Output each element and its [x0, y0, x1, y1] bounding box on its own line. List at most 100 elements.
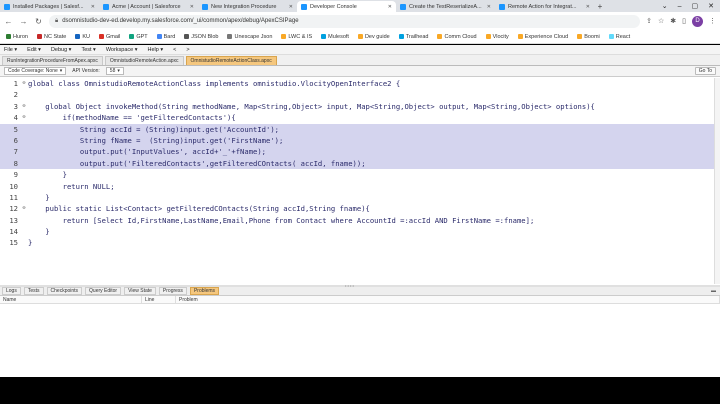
console-menu-item[interactable]: Workspace ▾	[106, 47, 138, 53]
fold-toggle-icon[interactable]: ⊖	[20, 78, 28, 89]
line-number: 5	[13, 124, 18, 134]
code-line[interactable]: 3 ⊖ global Object invokeMethod(String met…	[0, 101, 720, 112]
bottom-tab[interactable]: Tests	[23, 287, 44, 295]
code-text: }	[28, 238, 33, 248]
code-text: public static List<Contact> getFilteredC…	[28, 204, 370, 214]
code-line[interactable]: 13 return [Select Id,FirstName,LastName,…	[0, 215, 720, 226]
browser-tab[interactable]: Acme | Account | Salesforce ✕	[99, 1, 198, 12]
browser-tab[interactable]: Developer Console ✕	[297, 1, 396, 12]
code-line[interactable]: 1 ⊖ global class OmnistudioRemoteActionCla…	[0, 78, 720, 89]
bottom-tab[interactable]: Checkpoints	[46, 287, 83, 295]
code-line[interactable]: 12 ⊖ public static List<Contact> getFilte…	[0, 203, 720, 214]
share-icon[interactable]: ⇪	[646, 17, 652, 25]
close-icon[interactable]: ✕	[388, 4, 392, 10]
bookmark-item[interactable]: NC State	[36, 34, 66, 40]
code-editor[interactable]: 1 ⊖ global class OmnistudioRemoteActionCla…	[0, 78, 720, 284]
code-line[interactable]: 5 String accId = (String)input.get('Acco…	[0, 123, 720, 135]
code-line[interactable]: 8 output.put('FilteredContacts',getFilte…	[0, 157, 720, 170]
letterbox-bar	[0, 377, 720, 404]
code-line[interactable]: 2	[0, 89, 720, 100]
minimize-icon[interactable]: –	[678, 1, 682, 12]
bookmark-item[interactable]: Huron	[6, 34, 28, 40]
sidebar-icon[interactable]: ▯	[682, 17, 686, 25]
back-arrow-icon[interactable]: ←	[4, 17, 13, 26]
code-line[interactable]: 4 ⊖ if(methodName == 'getFilteredContacts…	[0, 112, 720, 123]
console-menu-item[interactable]: Edit ▾	[27, 47, 41, 53]
bookmark-item[interactable]: Unescape Json	[227, 34, 272, 40]
bookmark-item[interactable]: Bard	[156, 34, 175, 40]
reload-icon[interactable]: ↻	[34, 17, 43, 26]
star-icon[interactable]: ☆	[658, 17, 664, 25]
bottom-tab[interactable]: Problems	[189, 287, 220, 295]
code-line[interactable]: 15}	[0, 237, 720, 248]
console-menu-item[interactable]: Test ▾	[81, 47, 95, 53]
bookmark-item[interactable]: Vlocity	[485, 34, 509, 40]
bookmark-item[interactable]: Trailhead	[398, 34, 428, 40]
console-menu-item[interactable]: Help ▾	[148, 47, 164, 53]
line-number: 7	[13, 147, 18, 157]
browser-tab[interactable]: Create the TestReserializeA... ✕	[396, 1, 495, 12]
browser-tab[interactable]: Remote Action for Integrat... ✕	[495, 1, 594, 12]
file-tab[interactable]: OmnistudioRemoteActionClass.apxc	[185, 56, 277, 65]
more-icon[interactable]: ⋮	[709, 17, 716, 25]
salesforce-cloud-icon	[301, 3, 307, 10]
bookmark-item[interactable]: KU	[75, 34, 90, 40]
fold-toggle-icon[interactable]: ⊖	[20, 112, 28, 123]
bookmark-item[interactable]: Boomi	[577, 34, 600, 40]
close-icon[interactable]: ✕	[190, 4, 194, 10]
url-bar[interactable]: 🔒︎ dsomnistudio-dev-ed.develop.my.salesf…	[49, 14, 641, 28]
lock-icon: 🔒︎	[55, 17, 59, 24]
minimize-panel-icon[interactable]: ▬	[711, 288, 720, 294]
bookmark-item[interactable]: Mulesoft	[321, 34, 349, 40]
new-tab-button[interactable]: +	[594, 1, 606, 12]
url-text: dsomnistudio-dev-ed.develop.my.salesforc…	[62, 18, 299, 24]
go-to-button[interactable]: Go To	[694, 67, 716, 75]
bookmark-item[interactable]: Gmail	[98, 34, 120, 40]
file-tab[interactable]: RunIntegrationProcedureFromApex.apxc	[2, 56, 103, 65]
console-menu-item[interactable]: File ▾	[4, 47, 17, 53]
bookmark-item[interactable]: JSON Blob	[184, 34, 218, 40]
line-number: 9	[13, 170, 18, 180]
code-line[interactable]: 7 output.put('InputValues', accId+'_'+fN…	[0, 146, 720, 158]
fold-toggle-icon[interactable]: ⊖	[20, 101, 28, 112]
bottom-tabs: Logs Tests Checkpoints Query Editor View Sta…	[0, 287, 720, 296]
forward-arrow-icon[interactable]: →	[19, 17, 28, 26]
bottom-tab[interactable]: Progress	[158, 287, 187, 295]
console-menu-item[interactable]: Debug ▾	[51, 47, 72, 53]
maximize-icon[interactable]: ▢	[692, 1, 699, 12]
chevron-down-icon: ▾	[59, 68, 63, 74]
fold-toggle-icon[interactable]: ⊖	[20, 203, 28, 214]
bookmark-item[interactable]: React	[608, 34, 630, 40]
bottom-tab[interactable]: Logs	[2, 287, 21, 295]
chevron-down-icon[interactable]: ⌄	[662, 1, 668, 12]
bottom-tab[interactable]: View State	[124, 287, 156, 295]
profile-avatar[interactable]: D	[692, 15, 703, 27]
code-line[interactable]: 11 }	[0, 192, 720, 203]
browser-tab[interactable]: Installed Packages | Salesf... ✕	[0, 1, 99, 12]
close-icon[interactable]: ✕	[91, 4, 95, 10]
bookmark-favicon-icon	[321, 34, 327, 39]
bookmark-item[interactable]: LWC & IS	[281, 34, 312, 40]
code-coverage-select[interactable]: Code Coverage: None ▾	[4, 67, 67, 75]
console-menu-item[interactable]: <	[173, 47, 176, 53]
file-tab[interactable]: OmnistudioRemoteAction.apxc	[104, 56, 184, 65]
bookmark-item[interactable]: Comm Cloud	[437, 34, 477, 40]
bookmark-item[interactable]: Experience Cloud	[517, 34, 568, 40]
close-icon[interactable]: ✕	[487, 4, 491, 10]
api-version-select[interactable]: 58 ▾	[105, 67, 124, 75]
code-line[interactable]: 14 }	[0, 226, 720, 237]
code-line[interactable]: 6 String fName = (String)input.get('Firs…	[0, 134, 720, 147]
browser-tab[interactable]: New Integration Procedure ✕	[198, 1, 297, 12]
console-menu-item[interactable]: >	[186, 47, 189, 53]
editor-scrollbar[interactable]	[714, 78, 720, 284]
bookmark-item[interactable]: GPT	[129, 33, 148, 40]
close-icon[interactable]: ✕	[289, 4, 293, 10]
bookmark-label: GPT	[136, 33, 148, 40]
code-line[interactable]: 9 }	[0, 169, 720, 180]
close-window-icon[interactable]: ✕	[708, 1, 714, 12]
code-line[interactable]: 10 return NULL;	[0, 181, 720, 192]
bookmark-item[interactable]: Dev guide	[357, 34, 390, 40]
bottom-tab[interactable]: Query Editor	[85, 287, 122, 295]
extensions-icon[interactable]: ✱	[670, 17, 676, 25]
close-icon[interactable]: ✕	[586, 4, 590, 10]
